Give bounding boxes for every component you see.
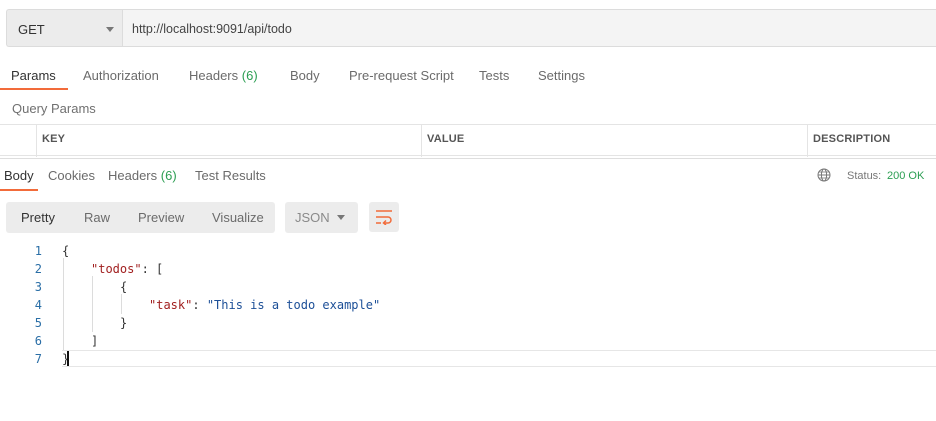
tab-pre-request-script[interactable]: Pre-request Script xyxy=(349,68,454,83)
code-line: { xyxy=(120,280,128,294)
globe-icon[interactable] xyxy=(817,168,831,182)
column-divider xyxy=(421,125,422,157)
indent-guide xyxy=(92,276,93,332)
tab-headers[interactable]: Headers (6) xyxy=(189,68,258,83)
chevron-down-icon xyxy=(106,27,114,32)
column-header-description: DESCRIPTION xyxy=(813,133,891,145)
tab-body[interactable]: Body xyxy=(290,68,320,83)
line-number: 7 xyxy=(34,352,42,366)
tab-authorization[interactable]: Authorization xyxy=(83,68,159,83)
line-number: 4 xyxy=(34,298,42,312)
line-number: 2 xyxy=(34,262,42,276)
tab-params[interactable]: Params xyxy=(11,68,56,83)
text-cursor xyxy=(67,351,69,366)
active-tab-indicator xyxy=(0,88,68,90)
column-divider xyxy=(807,125,808,157)
column-header-key: KEY xyxy=(42,133,66,145)
column-divider xyxy=(36,125,37,157)
status-value[interactable]: 200 OK xyxy=(887,170,924,182)
view-preview-button[interactable]: Preview xyxy=(138,210,184,225)
tab-settings[interactable]: Settings xyxy=(538,68,585,83)
headers-count-badge: (6) xyxy=(241,68,258,83)
wrap-lines-icon xyxy=(376,210,392,225)
active-line-highlight xyxy=(62,350,936,367)
format-label: JSON xyxy=(295,210,330,225)
tab-tests[interactable]: Tests xyxy=(479,68,509,83)
method-label: GET xyxy=(18,22,45,37)
active-response-tab-indicator xyxy=(0,189,38,191)
json-key: "task" xyxy=(149,298,193,312)
url-text: http://localhost:9091/api/todo xyxy=(132,22,292,36)
response-tab-cookies[interactable]: Cookies xyxy=(48,168,95,183)
indent-guide xyxy=(121,294,122,314)
response-tab-test-results[interactable]: Test Results xyxy=(195,168,266,183)
response-tab-body[interactable]: Body xyxy=(4,168,34,183)
code-line: { xyxy=(62,244,70,258)
query-params-table xyxy=(0,124,936,157)
response-tab-headers-label: Headers xyxy=(108,168,158,183)
line-number: 6 xyxy=(34,334,42,348)
view-visualize-button[interactable]: Visualize xyxy=(212,210,264,225)
line-number: 1 xyxy=(34,244,42,258)
query-params-title: Query Params xyxy=(12,101,96,116)
json-string: "This is a todo example" xyxy=(206,298,381,312)
wrap-lines-button[interactable] xyxy=(369,202,399,232)
code-line: "task": "This is a todo example" xyxy=(149,298,381,312)
method-select[interactable]: GET xyxy=(6,9,122,47)
code-line: ] xyxy=(91,334,99,348)
view-raw-button[interactable]: Raw xyxy=(84,210,110,225)
url-input[interactable]: http://localhost:9091/api/todo xyxy=(122,9,936,47)
response-tab-headers[interactable]: Headers (6) xyxy=(108,168,177,183)
line-number: 3 xyxy=(34,280,42,294)
response-headers-count-badge: (6) xyxy=(160,168,177,183)
code-line: } xyxy=(120,316,128,330)
line-number: 5 xyxy=(34,316,42,330)
status-label: Status: xyxy=(847,170,882,182)
tab-headers-label: Headers xyxy=(189,68,239,83)
json-key: "todos" xyxy=(91,262,142,276)
chevron-down-icon xyxy=(337,215,345,220)
view-pretty-button[interactable]: Pretty xyxy=(21,210,55,225)
column-header-value: VALUE xyxy=(427,133,465,145)
pane-divider[interactable] xyxy=(0,158,936,159)
indent-guide xyxy=(63,258,64,350)
code-line: "todos": [ xyxy=(91,262,164,276)
